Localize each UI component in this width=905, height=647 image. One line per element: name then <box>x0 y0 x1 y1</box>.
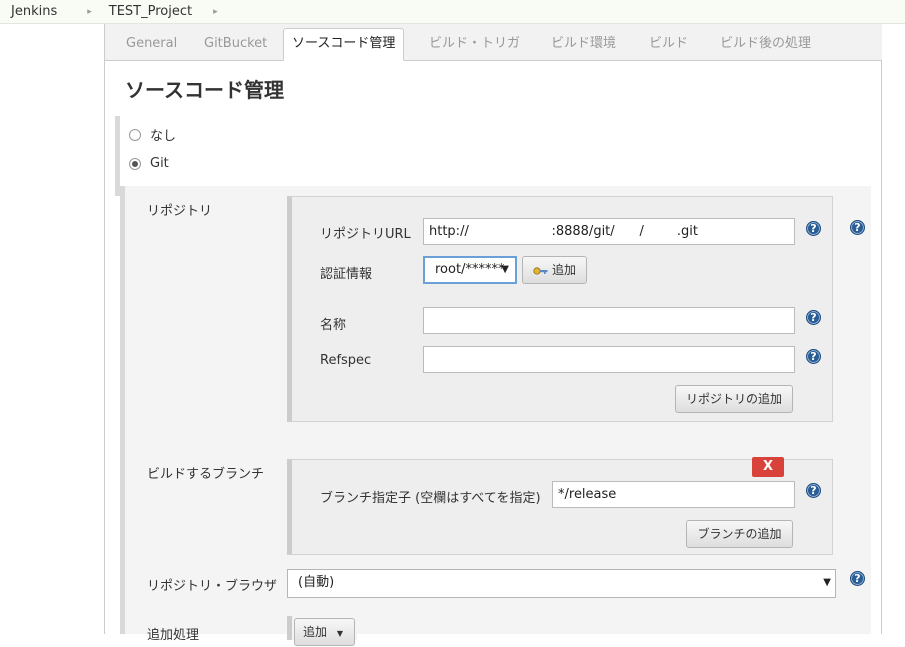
caret-down-icon: ▼ <box>336 629 343 638</box>
branch-panel: X ブランチ指定子 (空欄はすべてを指定) */release ? ブランチの追… <box>287 457 833 555</box>
help-icon[interactable]: ? <box>806 349 821 364</box>
radio-button[interactable] <box>129 128 141 141</box>
radio-button-checked[interactable] <box>129 157 141 170</box>
tab-build[interactable]: ビルド <box>641 29 696 61</box>
branches-label: ビルドするブランチ <box>147 467 265 482</box>
add-credentials-button[interactable]: 追加 <box>522 256 587 284</box>
branch-specifier-label: ブランチ指定子 (空欄はすべてを指定) <box>320 491 541 506</box>
name-input[interactable] <box>423 307 795 334</box>
breadcrumb: Jenkins ▸ TEST_Project ▸ <box>0 0 905 24</box>
repository-url-label: リポジトリURL <box>320 227 411 242</box>
add-branch-button[interactable]: ブランチの追加 <box>686 520 793 548</box>
repository-panel: リポジトリURL http:// :8888/git/ / .git ? 認証情… <box>287 196 833 422</box>
delete-branch-button[interactable]: X <box>752 457 784 477</box>
radio-git[interactable]: Git <box>129 156 169 171</box>
repository-browser-select[interactable]: (自動) ▼ <box>287 569 836 598</box>
tab-post-build[interactable]: ビルド後の処理 <box>712 29 819 61</box>
credentials-select[interactable]: root/****** ▼ <box>423 256 517 284</box>
repository-url-input[interactable]: http:// :8888/git/ / .git <box>423 218 795 245</box>
tab-build-environment[interactable]: ビルド環境 <box>543 29 624 61</box>
dropdown-arrow-icon: ▼ <box>823 577 831 588</box>
dropdown-arrow-icon: ▼ <box>501 264 509 275</box>
git-config-body: リポジトリ リポジトリURL http:// :8888/git/ / .git… <box>120 186 871 646</box>
help-icon[interactable]: ? <box>806 483 821 498</box>
breadcrumb-jenkins[interactable]: Jenkins <box>0 4 57 19</box>
help-icon[interactable]: ? <box>806 221 821 236</box>
section-title: ソースコード管理 <box>125 78 284 102</box>
help-icon[interactable]: ? <box>850 220 865 235</box>
tab-build-triggers[interactable]: ビルド・トリガ <box>421 29 528 61</box>
help-icon[interactable]: ? <box>806 310 821 325</box>
refspec-label: Refspec <box>320 353 372 368</box>
help-icon[interactable]: ? <box>850 571 865 586</box>
repository-browser-value: (自動) <box>298 575 335 590</box>
refspec-input[interactable] <box>423 346 795 373</box>
credentials-label: 認証情報 <box>320 267 373 282</box>
tab-general[interactable]: General <box>118 29 185 61</box>
key-icon <box>533 266 548 275</box>
chevron-right-icon[interactable]: ▸ <box>213 7 218 17</box>
scm-radio-group: なし Git <box>115 116 773 196</box>
additional-behaviours-label: 追加処理 <box>147 628 200 643</box>
add-behaviour-label: 追加 <box>303 625 328 639</box>
repositories-label: リポジトリ <box>147 204 213 219</box>
tab-scm[interactable]: ソースコード管理 <box>283 28 405 61</box>
breadcrumb-project[interactable]: TEST_Project <box>92 4 192 19</box>
radio-label: Git <box>150 156 169 171</box>
add-behaviour-button[interactable]: 追加 ▼ <box>294 618 355 646</box>
name-label: 名称 <box>320 318 347 333</box>
repository-browser-label: リポジトリ・ブラウザ <box>147 579 278 594</box>
add-credentials-label: 追加 <box>551 263 576 277</box>
add-repository-button[interactable]: リポジトリの追加 <box>675 385 793 413</box>
config-panel: General GitBucket ソースコード管理 ビルド・トリガ ビルド環境… <box>104 24 882 646</box>
tab-gitbucket[interactable]: GitBucket <box>196 29 275 61</box>
radio-label: なし <box>150 129 177 144</box>
credentials-value: root/****** <box>435 262 505 277</box>
radio-none[interactable]: なし <box>129 125 176 144</box>
config-tabbar: General GitBucket ソースコード管理 ビルド・トリガ ビルド環境… <box>105 24 882 61</box>
branch-specifier-input[interactable]: */release <box>552 481 795 508</box>
